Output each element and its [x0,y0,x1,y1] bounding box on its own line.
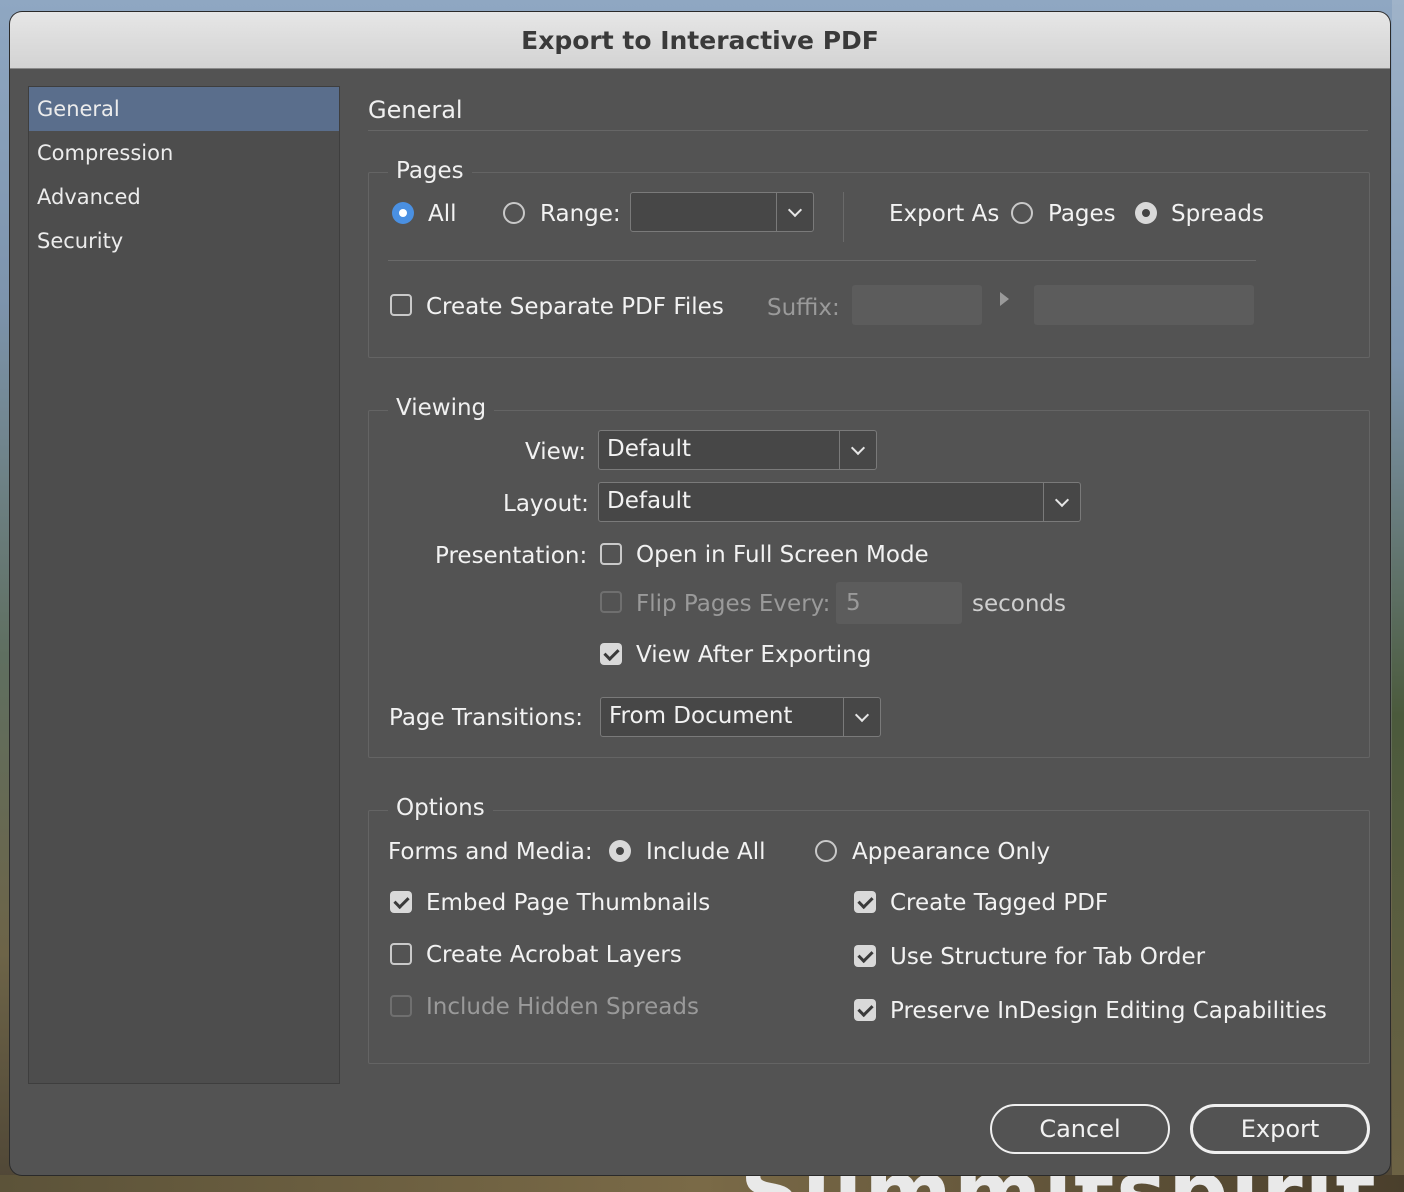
pages-range-label: Range: [540,201,621,227]
view-label: View: [525,439,587,465]
flip-pages-value: 5 [846,590,861,616]
dialog-title: Export to Interactive PDF [521,25,879,55]
presentation-label: Presentation: [435,543,588,569]
chevron-down-icon [843,698,880,736]
pages-all-label: All [428,201,457,227]
pages-range-radio[interactable] [503,202,525,224]
separate-pdf-checkbox[interactable] [390,294,412,316]
flip-pages-label: Flip Pages Every: [636,591,831,617]
export-as-pages-radio[interactable] [1011,202,1033,224]
preserve-editing-label: Preserve InDesign Editing Capabilities [890,998,1327,1024]
chevron-down-icon [1043,483,1080,521]
view-after-exporting-checkbox[interactable] [600,643,622,665]
preserve-editing-checkbox[interactable] [854,999,876,1021]
export-as-pages-label: Pages [1048,201,1116,227]
cancel-button[interactable]: Cancel [990,1104,1170,1154]
background-photo-edge [1392,0,1404,1192]
sidebar-item-advanced[interactable]: Advanced [29,175,339,219]
tab-order-label: Use Structure for Tab Order [890,944,1206,970]
tagged-pdf-label: Create Tagged PDF [890,890,1109,916]
viewing-group-label: Viewing [388,395,495,421]
chevron-down-icon [839,431,876,469]
separate-pdf-label: Create Separate PDF Files [426,294,724,320]
page-transitions-dropdown[interactable]: From Document [600,697,881,737]
export-as-spreads-radio[interactable] [1135,202,1157,224]
hidden-spreads-checkbox [390,995,412,1017]
appearance-only-radio[interactable] [815,840,837,862]
pages-all-radio[interactable] [392,202,414,224]
include-all-label: Include All [646,839,766,865]
sidebar-item-compression[interactable]: Compression [29,131,339,175]
layout-dropdown[interactable]: Default [598,482,1081,522]
suffix-preview-field [1034,285,1254,325]
flip-pages-field: 5 [836,582,962,624]
include-all-radio[interactable] [609,840,631,862]
panel-title-divider [368,130,1368,131]
flip-pages-checkbox [600,591,622,613]
page-transitions-label: Page Transitions: [389,705,583,731]
range-dropdown[interactable] [630,192,814,232]
sidebar: General Compression Advanced Security [28,86,340,1084]
embed-thumbnails-checkbox[interactable] [390,891,412,913]
acrobat-layers-checkbox[interactable] [390,943,412,965]
view-after-exporting-label: View After Exporting [636,642,872,668]
forms-media-label: Forms and Media: [388,839,593,865]
triangle-right-icon [1000,292,1009,306]
export-dialog: Export to Interactive PDF General Compre… [10,12,1390,1175]
export-as-label: Export As [889,201,1000,227]
embed-thumbnails-label: Embed Page Thumbnails [426,890,711,916]
options-group-label: Options [388,795,493,821]
sidebar-item-general[interactable]: General [29,87,339,131]
layout-value: Default [607,488,692,514]
export-button[interactable]: Export [1190,1104,1370,1154]
layout-label: Layout: [503,491,589,517]
acrobat-layers-label: Create Acrobat Layers [426,942,682,968]
view-dropdown[interactable]: Default [598,430,877,470]
title-bar[interactable]: Export to Interactive PDF [10,12,1390,69]
chevron-down-icon [776,193,813,231]
hidden-spreads-label: Include Hidden Spreads [426,994,699,1020]
appearance-only-label: Appearance Only [852,839,1051,865]
pages-group-label: Pages [388,158,472,184]
sidebar-item-security[interactable]: Security [29,219,339,263]
full-screen-checkbox[interactable] [600,543,622,565]
tab-order-checkbox[interactable] [854,945,876,967]
suffix-field [852,285,982,325]
page-transitions-value: From Document [609,703,793,729]
divider [388,260,1256,261]
tagged-pdf-checkbox[interactable] [854,891,876,913]
divider [843,192,844,242]
panel-title: General [368,96,463,124]
seconds-label: seconds [972,591,1067,617]
export-as-spreads-label: Spreads [1171,201,1264,227]
view-value: Default [607,436,692,462]
suffix-label: Suffix: [767,295,840,321]
full-screen-label: Open in Full Screen Mode [636,542,929,568]
